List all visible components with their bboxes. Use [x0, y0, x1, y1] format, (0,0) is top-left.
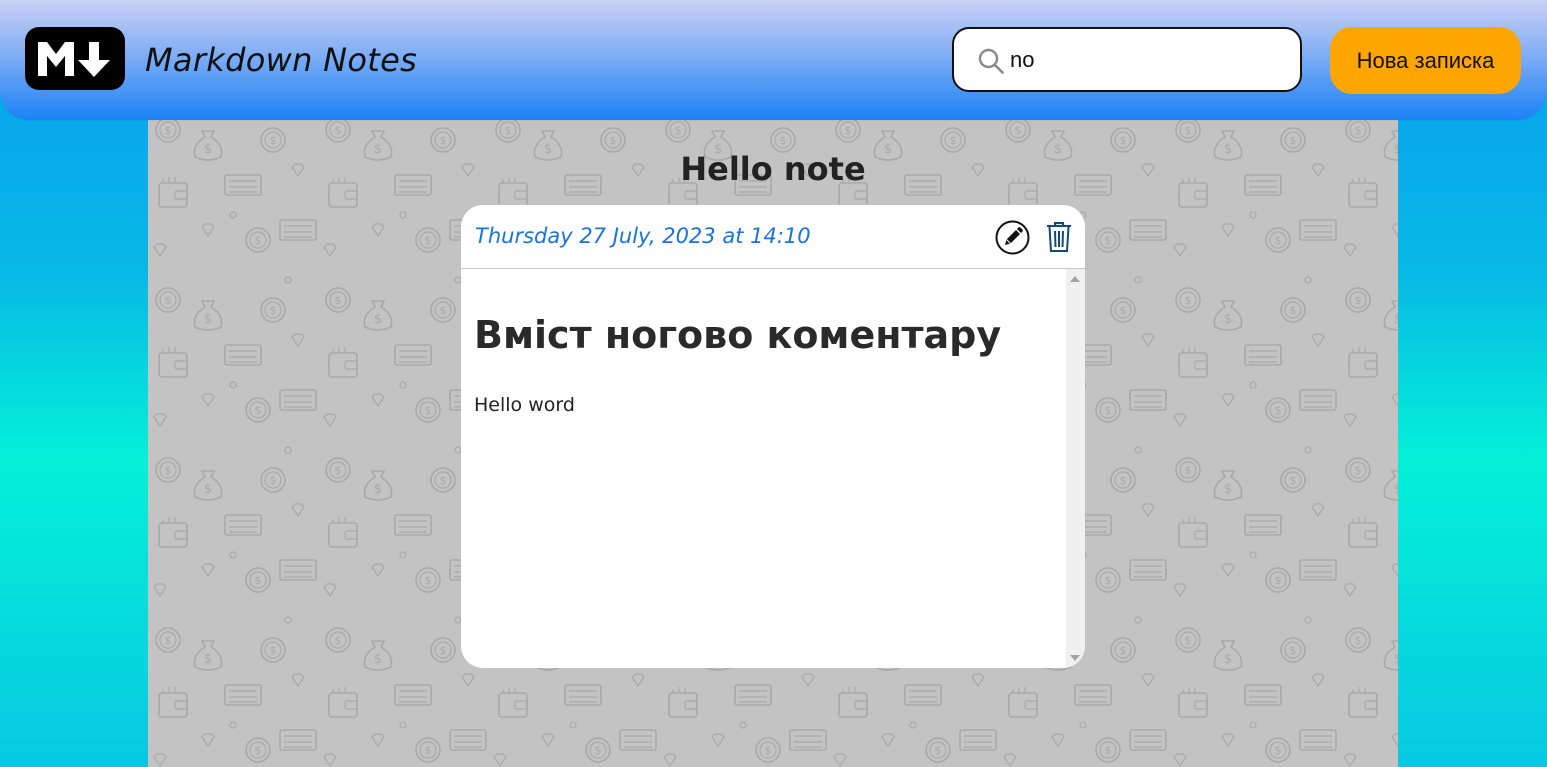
svg-text:$: $ [1275, 574, 1282, 587]
svg-text:$: $ [440, 474, 447, 487]
svg-text:$: $ [374, 652, 382, 667]
svg-text:$: $ [1355, 634, 1362, 647]
svg-text:$: $ [1355, 464, 1362, 477]
svg-text:$: $ [165, 294, 172, 307]
svg-text:$: $ [1394, 482, 1398, 497]
svg-text:$: $ [1394, 312, 1398, 327]
svg-text:$: $ [780, 134, 787, 147]
search-icon [978, 48, 1004, 74]
svg-text:$: $ [1275, 404, 1282, 417]
app-header: Markdown Notes Нова записка [0, 0, 1547, 120]
new-note-button[interactable]: Нова записка [1330, 27, 1521, 94]
svg-text:$: $ [335, 464, 342, 477]
svg-text:$: $ [1224, 482, 1232, 497]
note-content-heading: Вміст ногово коментару [474, 313, 1002, 357]
svg-text:$: $ [165, 634, 172, 647]
note-content: Вміст ногово коментару Hello word [461, 269, 1065, 668]
svg-text:$: $ [425, 234, 432, 247]
svg-text:$: $ [335, 634, 342, 647]
note-title: Hello note [680, 150, 866, 188]
svg-text:$: $ [675, 124, 682, 137]
svg-text:$: $ [335, 124, 342, 137]
svg-text:$: $ [255, 574, 262, 587]
svg-text:$: $ [1290, 644, 1297, 657]
svg-text:$: $ [425, 744, 432, 757]
svg-text:$: $ [425, 574, 432, 587]
svg-text:$: $ [1185, 124, 1192, 137]
note-content-text: Hello word [474, 394, 575, 416]
svg-text:$: $ [1290, 304, 1297, 317]
svg-text:$: $ [1275, 744, 1282, 757]
app-title: Markdown Notes [145, 41, 418, 79]
svg-text:$: $ [270, 304, 277, 317]
svg-text:$: $ [255, 744, 262, 757]
svg-text:$: $ [425, 404, 432, 417]
svg-text:$: $ [1355, 294, 1362, 307]
svg-text:$: $ [1185, 294, 1192, 307]
svg-text:$: $ [845, 124, 852, 137]
note-card: Thursday 27 July, 2023 at 14:10 Вміст но… [461, 205, 1085, 668]
svg-text:$: $ [1015, 124, 1022, 137]
scroll-down-arrow-icon[interactable] [1070, 655, 1080, 661]
svg-text:$: $ [1275, 234, 1282, 247]
svg-text:$: $ [1185, 464, 1192, 477]
svg-text:$: $ [374, 312, 382, 327]
svg-text:$: $ [440, 304, 447, 317]
svg-text:$: $ [1120, 644, 1127, 657]
edit-note-button[interactable] [995, 220, 1030, 255]
svg-text:$: $ [204, 312, 212, 327]
svg-text:$: $ [335, 294, 342, 307]
note-date: Thursday 27 July, 2023 at 14:10 [475, 224, 811, 248]
search-box[interactable] [952, 27, 1302, 92]
svg-text:$: $ [1394, 652, 1398, 667]
delete-note-button[interactable] [1046, 221, 1072, 253]
svg-text:$: $ [765, 744, 772, 757]
svg-text:$: $ [935, 744, 942, 757]
svg-text:$: $ [595, 744, 602, 757]
svg-text:$: $ [1224, 652, 1232, 667]
svg-text:$: $ [1120, 474, 1127, 487]
svg-text:$: $ [270, 134, 277, 147]
svg-text:$: $ [1105, 574, 1112, 587]
svg-text:$: $ [1290, 134, 1297, 147]
svg-text:$: $ [1120, 304, 1127, 317]
svg-text:$: $ [505, 124, 512, 137]
svg-text:$: $ [950, 134, 957, 147]
svg-text:$: $ [1120, 134, 1127, 147]
svg-text:$: $ [1105, 744, 1112, 757]
svg-text:$: $ [610, 134, 617, 147]
svg-text:$: $ [1290, 474, 1297, 487]
svg-text:$: $ [440, 644, 447, 657]
svg-text:$: $ [255, 234, 262, 247]
svg-text:$: $ [440, 134, 447, 147]
markdown-logo-icon [25, 27, 125, 90]
svg-text:$: $ [270, 644, 277, 657]
search-input[interactable] [1010, 41, 1280, 79]
note-scrollbar[interactable] [1066, 269, 1085, 668]
trash-icon [1047, 222, 1071, 252]
svg-text:$: $ [374, 482, 382, 497]
svg-text:$: $ [1185, 634, 1192, 647]
svg-text:$: $ [1105, 234, 1112, 247]
svg-text:$: $ [204, 482, 212, 497]
svg-text:$: $ [255, 404, 262, 417]
svg-text:$: $ [1355, 124, 1362, 137]
svg-text:$: $ [204, 652, 212, 667]
svg-text:$: $ [165, 464, 172, 477]
svg-text:$: $ [1224, 312, 1232, 327]
note-card-header: Thursday 27 July, 2023 at 14:10 [461, 205, 1085, 269]
svg-text:$: $ [1105, 404, 1112, 417]
svg-text:$: $ [165, 124, 172, 137]
scroll-up-arrow-icon[interactable] [1070, 276, 1080, 282]
svg-text:$: $ [270, 474, 277, 487]
